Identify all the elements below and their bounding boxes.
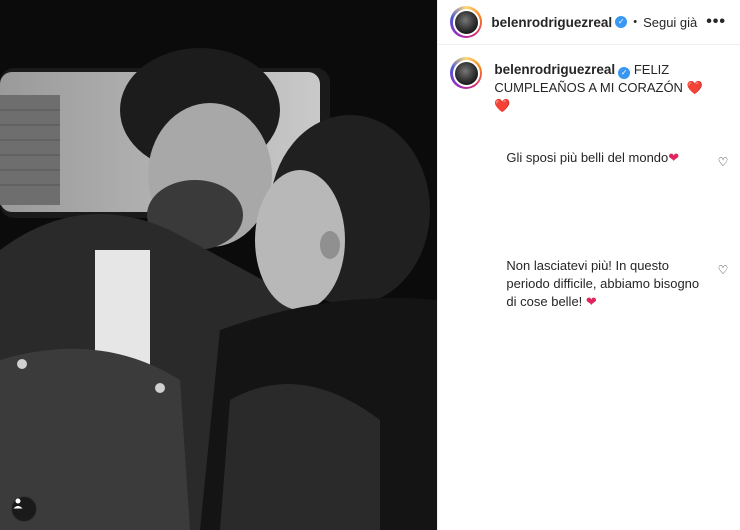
story-ring[interactable] xyxy=(450,6,483,38)
caption-username[interactable]: belenrodriguezreal xyxy=(494,62,615,77)
tag-person-glyph xyxy=(13,498,23,509)
red-heart-emoji: ❤ xyxy=(585,294,597,309)
photo-couple-image xyxy=(0,0,438,530)
more-options-icon[interactable]: ••• xyxy=(706,13,730,31)
caption-text-block: belenrodriguezreal ✓ FELIZ CUMPLEAÑOS A M… xyxy=(494,57,704,115)
post-photo[interactable] xyxy=(0,0,438,530)
avatar xyxy=(452,8,480,36)
comments-section: belenrodriguezreal ✓ FELIZ CUMPLEAÑOS A M… xyxy=(438,45,740,530)
caption-story-ring[interactable] xyxy=(450,57,483,89)
header-separator: • xyxy=(633,16,638,28)
heart-outline-icon[interactable]: ♡ xyxy=(718,153,729,171)
caption-verified-badge-icon: ✓ xyxy=(618,67,631,79)
user-tag-icon[interactable] xyxy=(11,496,37,522)
comment-text: Gli sposi più belli del mondo xyxy=(506,150,669,165)
header-username[interactable]: belenrodriguezreal xyxy=(491,15,612,30)
heart-outline-icon[interactable]: ♡ xyxy=(718,261,729,279)
post-caption: belenrodriguezreal ✓ FELIZ CUMPLEAÑOS A M… xyxy=(450,57,726,115)
post-sidebar: belenrodriguezreal ✓ • Segui già ••• bel… xyxy=(437,0,740,530)
comment-item: Gli sposi più belli del mondo❤ ♡ xyxy=(506,149,728,169)
post-header: belenrodriguezreal ✓ • Segui già ••• xyxy=(438,0,740,45)
following-button[interactable]: Segui già xyxy=(643,15,697,30)
comment-text: Non lasciatevi più! In questo periodo di… xyxy=(506,258,700,309)
instagram-post: belenrodriguezreal ✓ • Segui già ••• bel… xyxy=(0,0,740,530)
comment-item: Non lasciatevi più! In questo periodo di… xyxy=(506,257,728,311)
caption-avatar xyxy=(452,59,480,87)
red-heart-emoji: ❤ xyxy=(668,150,680,165)
verified-badge-icon: ✓ xyxy=(615,16,628,28)
